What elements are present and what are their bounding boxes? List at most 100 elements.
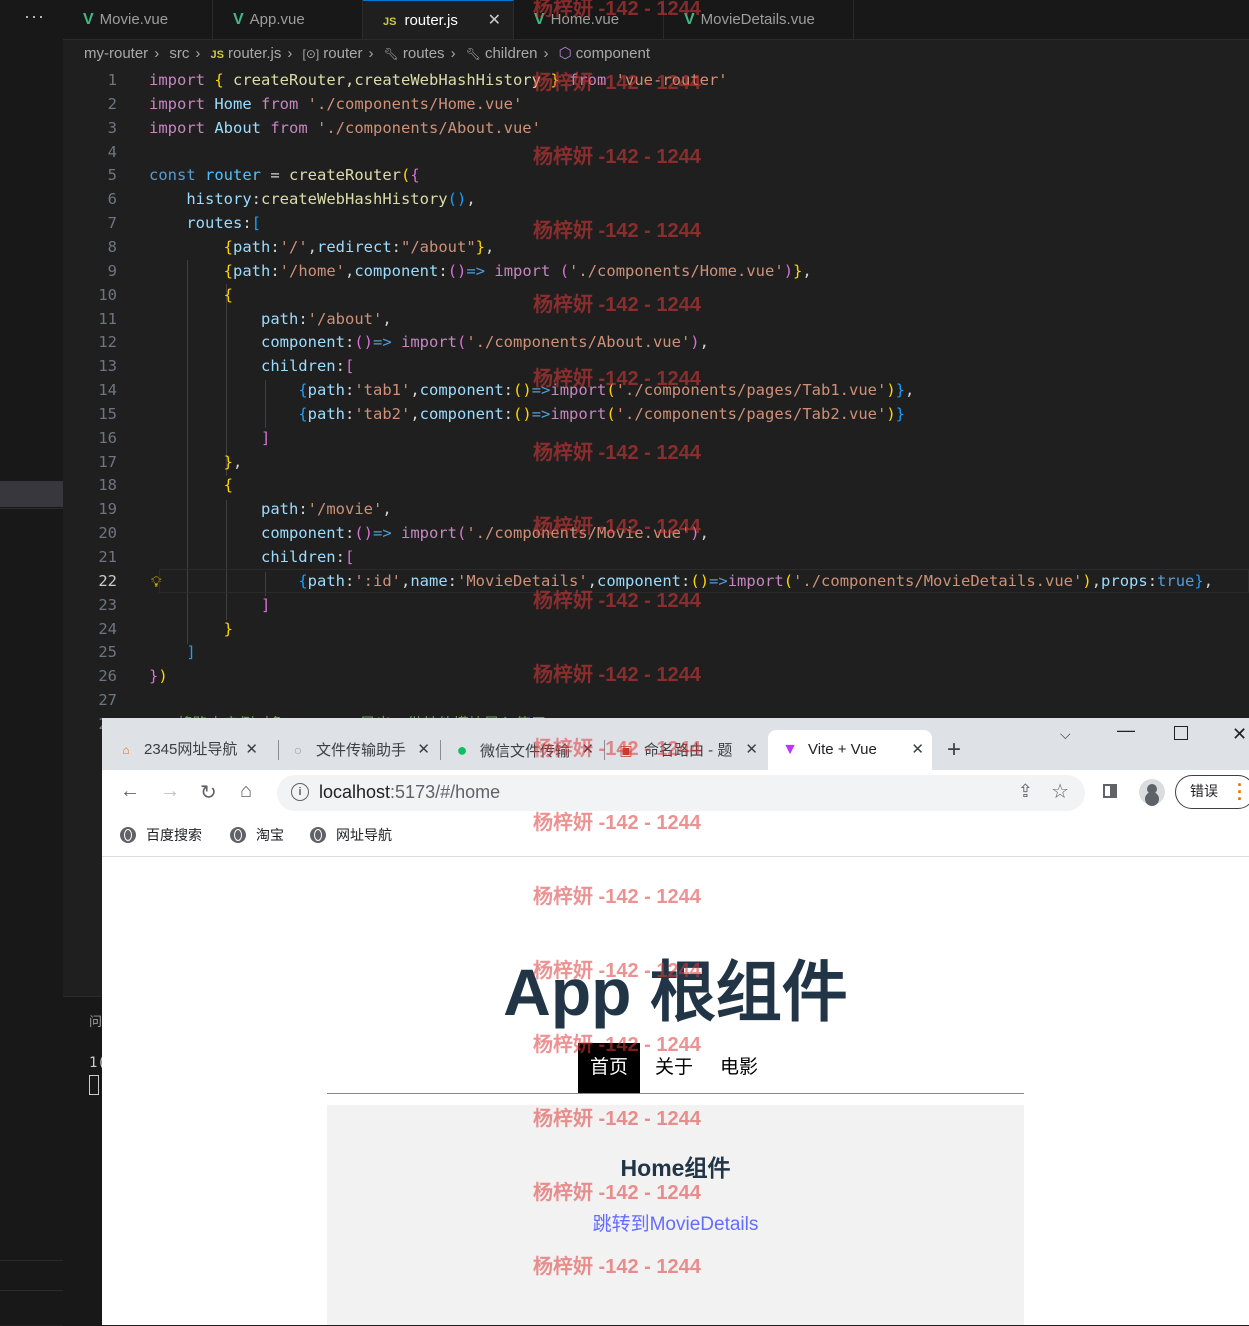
- line-number: 19: [98, 500, 117, 519]
- reload-icon[interactable]: ↻: [200, 780, 217, 805]
- code-line[interactable]: 16 ]: [63, 426, 1249, 450]
- more-menu-icon[interactable]: · · ·: [1237, 776, 1243, 808]
- code-line[interactable]: 18 {: [63, 473, 1249, 497]
- tab-moviedetails-vue[interactable]: V MovieDetails.vue: [664, 0, 854, 39]
- code-line[interactable]: 21 children:[: [63, 545, 1249, 569]
- tab-label: MovieDetails.vue: [700, 11, 815, 28]
- back-icon[interactable]: ←: [120, 780, 140, 803]
- code-editor[interactable]: 1 import { createRouter,createWebHashHist…: [63, 68, 1249, 733]
- tab-movie-vue[interactable]: V Movie.vue: [63, 0, 213, 39]
- code-line[interactable]: 26}): [63, 664, 1249, 688]
- breadcrumb-item[interactable]: src: [169, 45, 189, 62]
- code-line[interactable]: 15 {path:'tab2',component:()=>import('./…: [63, 402, 1249, 426]
- close-icon[interactable]: ✕: [577, 730, 594, 770]
- moviedetails-link[interactable]: 跳转到MovieDetails: [327, 1209, 1024, 1236]
- code-text: {: [223, 285, 233, 304]
- bookmark-star-icon[interactable]: ☆: [1051, 779, 1069, 804]
- wrench-icon: 🔧︎: [465, 47, 481, 61]
- breadcrumb-item[interactable]: component: [576, 45, 650, 62]
- home-icon[interactable]: ⌂: [240, 780, 252, 803]
- code-text: const router = createRouter({: [149, 166, 420, 185]
- more-actions-icon[interactable]: ···: [24, 6, 45, 27]
- breadcrumb-item[interactable]: my-router: [84, 45, 148, 62]
- code-line[interactable]: 17 },: [63, 450, 1249, 474]
- explorer-selected-row[interactable]: [0, 481, 63, 507]
- nav-link-about[interactable]: 关于: [655, 1043, 693, 1093]
- url-text[interactable]: localhost:5173/#/home: [319, 782, 500, 803]
- close-icon[interactable]: ✕: [911, 730, 924, 770]
- code-line[interactable]: 25 ]: [63, 640, 1249, 664]
- tab-app-vue[interactable]: V App.vue: [213, 0, 363, 39]
- js-icon: JS: [383, 16, 397, 28]
- browser-tab[interactable]: ● 微信文件传输 ✕: [452, 730, 602, 770]
- maximize-icon[interactable]: [1174, 726, 1188, 740]
- window-close-icon[interactable]: ✕: [1232, 724, 1247, 745]
- code-line[interactable]: 27: [63, 688, 1249, 712]
- js-icon: JS: [210, 49, 224, 61]
- code-line[interactable]: 2 import Home from './components/Home.vue…: [63, 92, 1249, 116]
- browser-tab[interactable]: ○ 文件传输助手 ✕: [288, 730, 438, 770]
- breadcrumb-item[interactable]: routes: [403, 45, 445, 62]
- line-number: 11: [98, 309, 117, 328]
- close-icon[interactable]: ✕: [413, 730, 430, 770]
- browser-tab[interactable]: ▣ 命名路由 - 题 ✕: [616, 730, 766, 770]
- vue-icon: V: [83, 11, 94, 28]
- forward-icon[interactable]: →: [160, 780, 180, 803]
- breadcrumb-item[interactable]: children: [485, 45, 538, 62]
- code-line[interactable]: 3 import About from './components/About.v…: [63, 116, 1249, 140]
- code-line[interactable]: 11 path:'/about',: [63, 307, 1249, 331]
- code-text: }): [149, 667, 168, 686]
- share-icon[interactable]: ⇪: [1018, 781, 1033, 802]
- tab-router-js[interactable]: JS router.js ✕: [363, 0, 514, 39]
- code-line[interactable]: 8 {path:'/',redirect:"/about"},: [63, 235, 1249, 259]
- bookmark-item[interactable]: 淘宝: [230, 825, 284, 845]
- tab-home-vue[interactable]: V Home.vue: [514, 0, 664, 39]
- close-icon[interactable]: ✕: [488, 1, 501, 40]
- site-info-icon[interactable]: i: [291, 783, 309, 801]
- bookmark-item[interactable]: 百度搜索: [120, 825, 202, 845]
- url-host: localhost: [319, 782, 391, 802]
- close-icon[interactable]: ✕: [241, 730, 258, 770]
- breadcrumb-item[interactable]: router.js: [228, 45, 281, 62]
- close-icon[interactable]: ✕: [741, 730, 758, 770]
- code-line[interactable]: 10 {: [63, 283, 1249, 307]
- address-bar[interactable]: i localhost:5173/#/home ⇪ ☆: [277, 775, 1085, 811]
- code-line[interactable]: 13 children:[: [63, 354, 1249, 378]
- browser-tab[interactable]: ⌂ 2345网址导航 ✕: [116, 730, 266, 770]
- code-line[interactable]: 23 ]: [63, 593, 1249, 617]
- code-line[interactable]: 💡︎ 22 {path:':id',name:'MovieDetails',com…: [63, 568, 1249, 593]
- home-heading: Home组件: [620, 1155, 731, 1181]
- line-number: 5: [107, 166, 117, 185]
- side-panel-icon[interactable]: [1103, 784, 1117, 798]
- code-line[interactable]: 6 history:createWebHashHistory(),: [63, 187, 1249, 211]
- web-page: App 根组件 首页 关于 电影 Home组件 跳转到MovieDetails: [102, 857, 1249, 1325]
- code-line[interactable]: 14 {path:'tab1',component:()=>import('./…: [63, 378, 1249, 402]
- code-line[interactable]: 9 {path:'/home',component:()=> import ('…: [63, 259, 1249, 283]
- code-line[interactable]: 12 component:()=> import('./components/A…: [63, 330, 1249, 354]
- breadcrumb-item[interactable]: router: [323, 45, 362, 62]
- globe-icon: [230, 827, 246, 843]
- explorer-sidebar: ···: [0, 0, 63, 1325]
- code-line[interactable]: 24 }: [63, 617, 1249, 641]
- browser-tab-active[interactable]: ▼ Vite + Vue ✕: [768, 730, 932, 770]
- code-text: ]: [260, 595, 271, 614]
- nav-link-movie[interactable]: 电影: [720, 1043, 758, 1093]
- profile-avatar[interactable]: [1139, 779, 1165, 805]
- code-line[interactable]: 20 component:()=> import('./components/M…: [63, 521, 1249, 545]
- minimize-icon[interactable]: —: [1117, 720, 1135, 741]
- chevron-down-icon[interactable]: ⌵: [1060, 726, 1071, 743]
- new-tab-button[interactable]: +: [947, 736, 961, 764]
- code-line[interactable]: 5 const router = createRouter({: [63, 163, 1249, 187]
- code-line[interactable]: 1 import { createRouter,createWebHashHist…: [63, 68, 1249, 92]
- browser-toolbar: ← → ↻ ⌂ i localhost:5173/#/home ⇪ ☆ 错误 ·…: [102, 770, 1249, 816]
- code-line[interactable]: 7 routes:[: [63, 211, 1249, 235]
- panel-tab-problems[interactable]: 问: [89, 1011, 102, 1030]
- bookmark-item[interactable]: 网址导航: [310, 825, 392, 845]
- divider: [604, 740, 605, 760]
- code-line[interactable]: 19 path:'/movie',: [63, 497, 1249, 521]
- divider: [327, 1093, 1024, 1094]
- chevron-right-icon: ›: [543, 45, 549, 62]
- nav-link-home[interactable]: 首页: [578, 1043, 641, 1093]
- code-line[interactable]: 4: [63, 140, 1249, 164]
- line-number: 16: [98, 428, 117, 447]
